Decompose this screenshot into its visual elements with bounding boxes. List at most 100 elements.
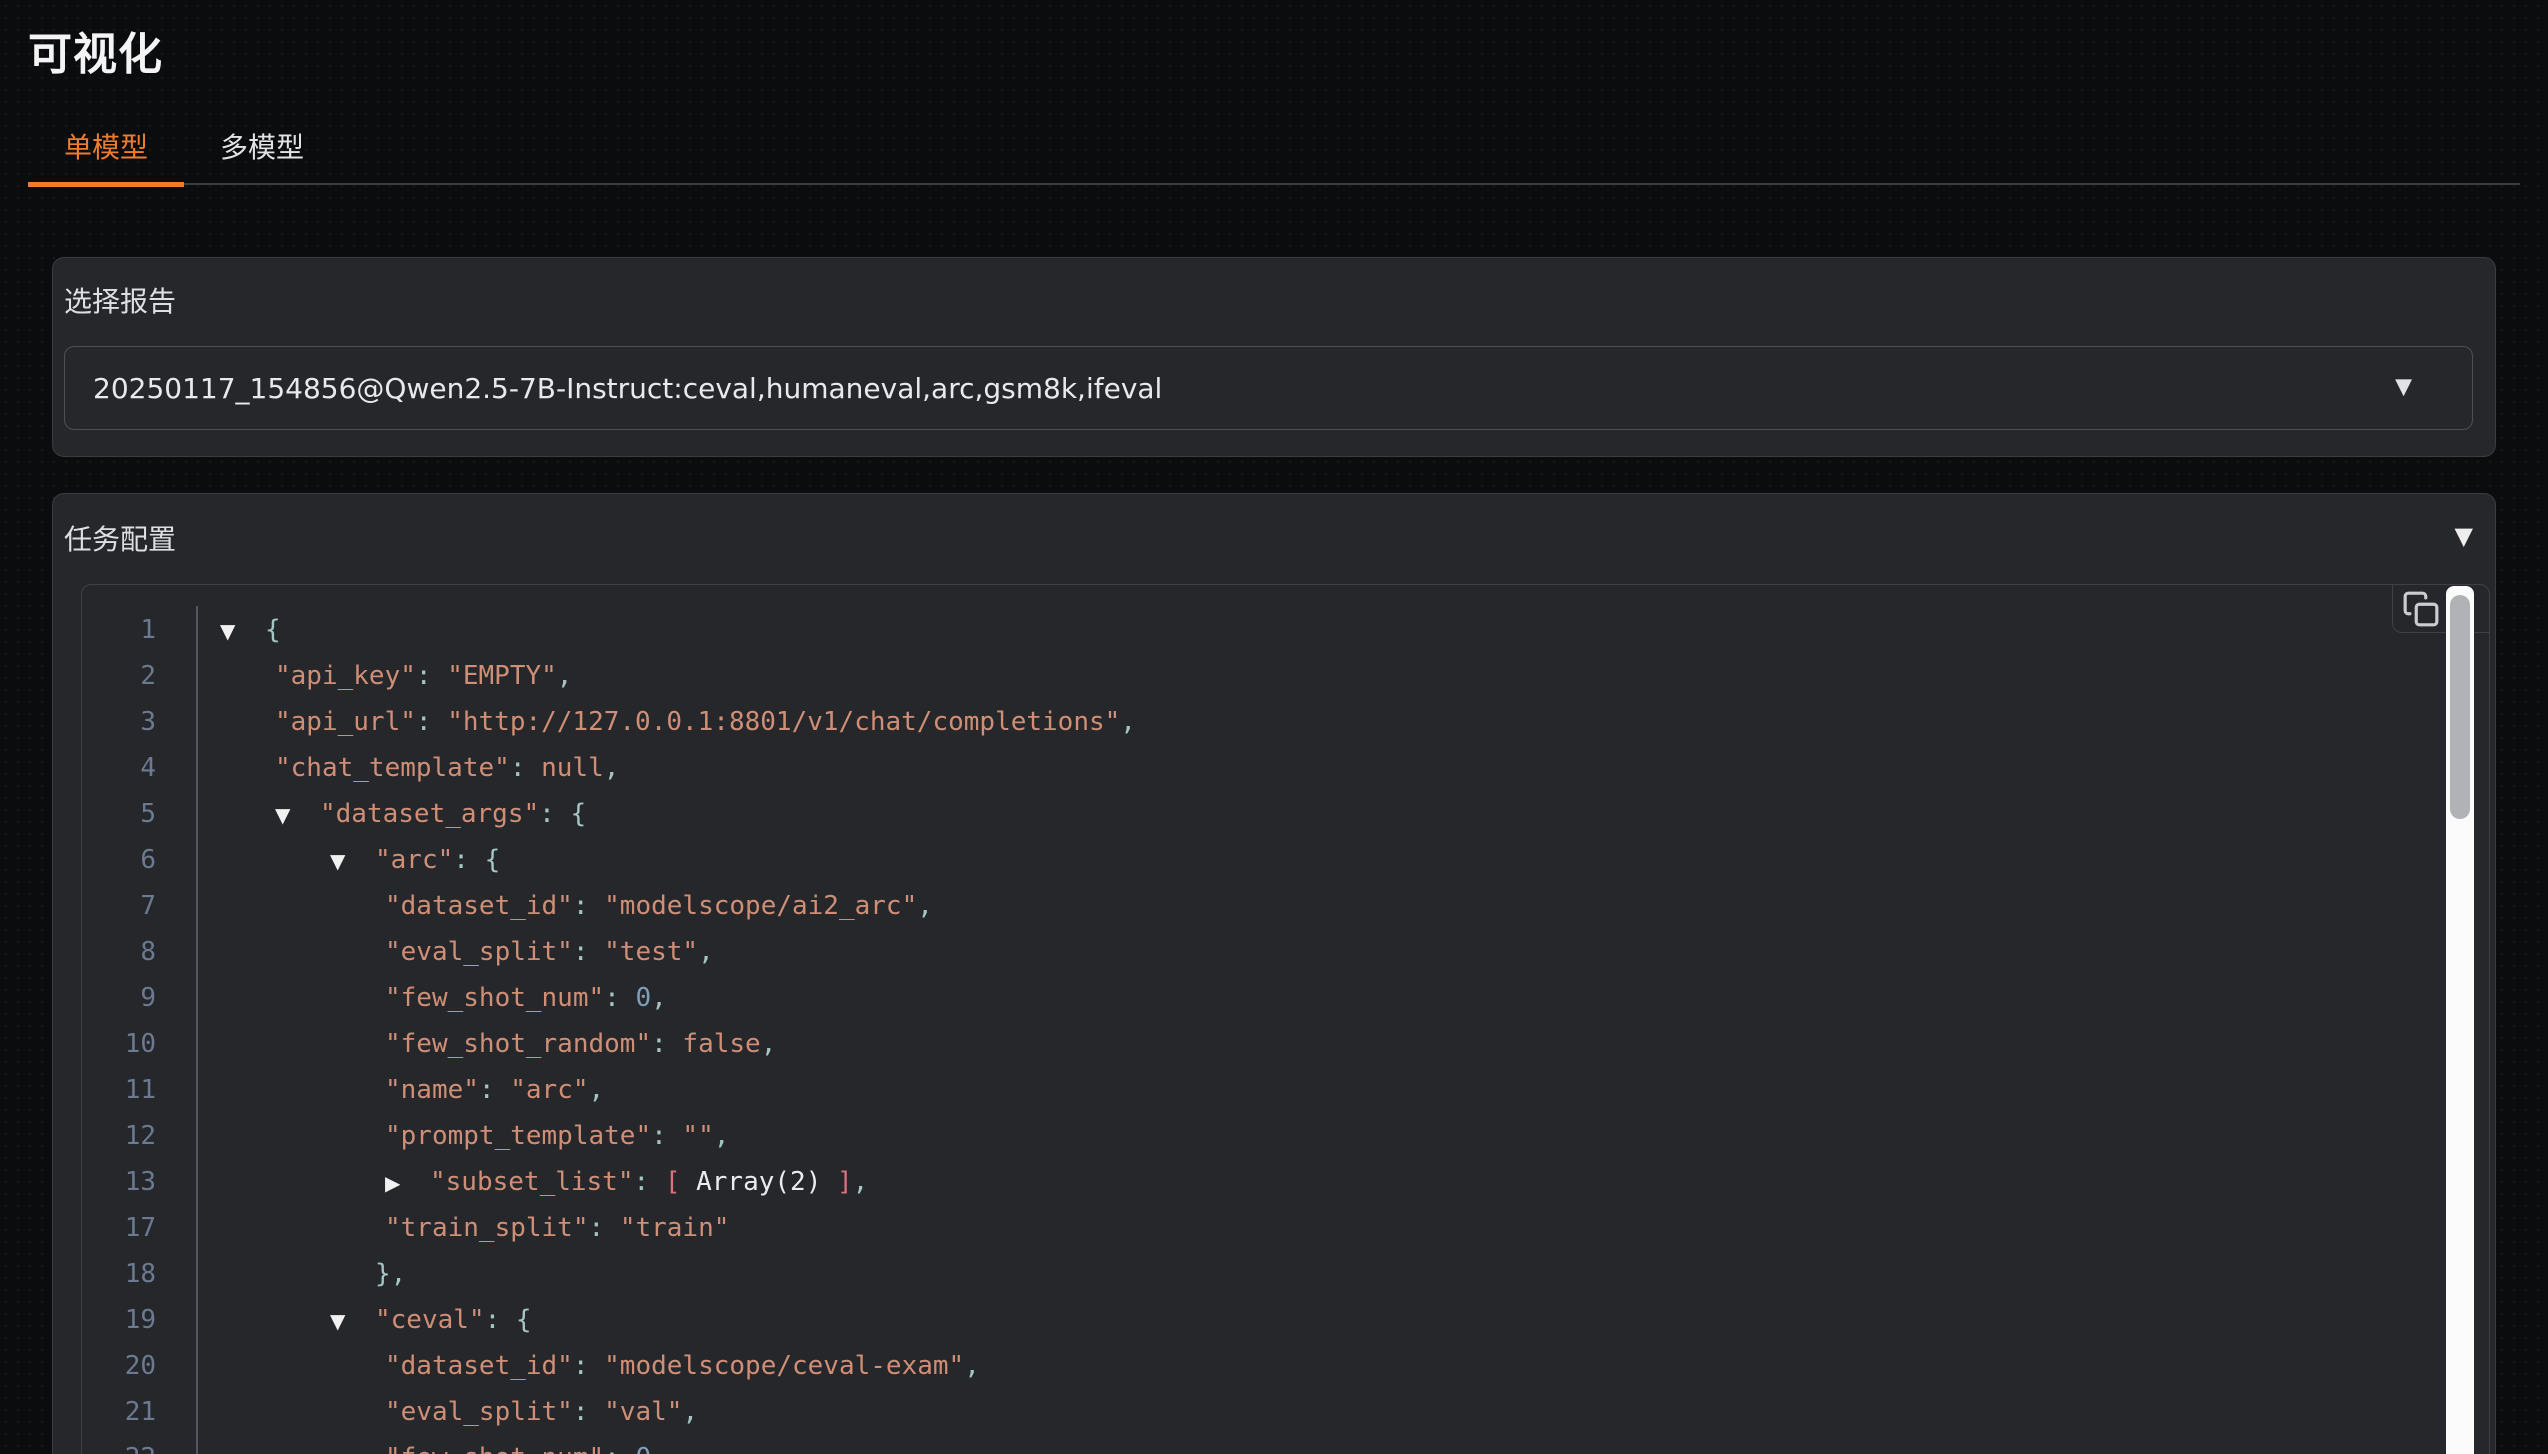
code-token: "subset_list" (430, 1167, 634, 1197)
code-line-content: "few_shot_num": 0, (196, 1435, 667, 1454)
line-number: 19 (82, 1297, 196, 1343)
code-line-content: ▼"dataset_args": { (196, 791, 586, 837)
collapse-arrow-icon[interactable]: ▼ (275, 792, 320, 838)
code-line-content: ▼"arc": { (196, 837, 500, 883)
code-token: : (416, 707, 447, 737)
code-line-content: ▶"subset_list": [ Array(2) ], (196, 1159, 868, 1205)
code-line: 1 ▼{ (82, 607, 2489, 653)
tab-bar: 单模型 多模型 (28, 112, 2520, 185)
code-line-content: "few_shot_num": 0, (196, 975, 667, 1021)
code-token: "modelscope/ceval-exam" (604, 1351, 964, 1381)
code-line: 13▶"subset_list": [ Array(2) ], (82, 1159, 2489, 1205)
code-line-content: "few_shot_random": false, (196, 1021, 776, 1067)
task-panel-label: 任务配置 (64, 518, 2495, 558)
code-token: , (651, 1443, 667, 1454)
code-token: , (714, 1121, 730, 1151)
code-token: , (651, 983, 667, 1013)
code-token: , (964, 1351, 980, 1381)
code-token: { (570, 799, 586, 829)
line-number: 3 (82, 699, 196, 745)
code-token: "dataset_args" (320, 799, 539, 829)
collapse-arrow-icon[interactable]: ▼ (330, 1298, 375, 1344)
code-line-content: "api_url": "http://127.0.0.1:8801/v1/cha… (196, 699, 1136, 745)
code-token: : (651, 1029, 682, 1059)
code-token: "train_split" (385, 1213, 589, 1243)
expand-arrow-icon[interactable]: ▶ (385, 1160, 430, 1206)
code-token: "eval_split" (385, 937, 573, 967)
code-token: [ (665, 1167, 696, 1197)
report-dropdown-value: 20250117_154856@Qwen2.5-7B-Instruct:ceva… (93, 372, 1162, 405)
code-token: , (589, 1075, 605, 1105)
code-token: "train" (620, 1213, 730, 1243)
code-line-content: "dataset_id": "modelscope/ai2_arc", (196, 883, 933, 929)
code-line: 2"api_key": "EMPTY", (82, 653, 2489, 699)
scrollbar-thumb[interactable] (2450, 595, 2470, 819)
code-token: "few_shot_num" (385, 1443, 604, 1454)
code-token: "eval_split" (385, 1397, 573, 1427)
code-token: : (634, 1167, 665, 1197)
code-token: "chat_template" (275, 753, 510, 783)
code-line: 10"few_shot_random": false, (82, 1021, 2489, 1067)
code-token: : (573, 937, 604, 967)
code-token: : (604, 1443, 635, 1454)
report-panel-label: 选择报告 (64, 280, 2473, 320)
code-token: { (485, 845, 501, 875)
code-token: { (516, 1305, 532, 1335)
code-token: { (265, 615, 281, 645)
main-content: 选择报告 20250117_154856@Qwen2.5-7B-Instruct… (0, 257, 2548, 1454)
code-line: 22"few_shot_num": 0, (82, 1435, 2489, 1454)
line-number: 6 (82, 837, 196, 883)
code-token: : (479, 1075, 510, 1105)
code-token: ] (821, 1167, 852, 1197)
code-line-content: ▼"ceval": { (196, 1297, 532, 1343)
code-token: : (604, 983, 635, 1013)
code-token: "dataset_id" (385, 1351, 573, 1381)
code-token: , (917, 891, 933, 921)
line-number: 4 (82, 745, 196, 791)
code-line: 6▼"arc": { (82, 837, 2489, 883)
code-line: 20"dataset_id": "modelscope/ceval-exam", (82, 1343, 2489, 1389)
tab-single-model[interactable]: 单模型 (28, 112, 184, 187)
collapse-arrow-icon[interactable]: ▼ (330, 838, 375, 884)
code-token: 0 (635, 983, 651, 1013)
task-config-panel: 任务配置 ▼ 1▼{2"api_key": "EMPTY",3"api_url"… (52, 493, 2496, 1454)
code-token: : (453, 845, 484, 875)
code-line: 4"chat_template": null, (82, 745, 2489, 791)
code-token: Array(2) (696, 1167, 821, 1197)
copy-button[interactable] (2401, 590, 2441, 630)
code-token: "test" (604, 937, 698, 967)
code-line-content: "train_split": "train" (196, 1205, 729, 1251)
code-token: "modelscope/ai2_arc" (604, 891, 917, 921)
code-token: "http://127.0.0.1:8801/v1/chat/completio… (447, 707, 1120, 737)
line-number: 11 (82, 1067, 196, 1113)
code-token: : (651, 1121, 682, 1151)
tab-multi-model[interactable]: 多模型 (184, 112, 340, 187)
code-token: : (416, 661, 447, 691)
code-line-content: "prompt_template": "", (196, 1113, 729, 1159)
code-line: 21"eval_split": "val", (82, 1389, 2489, 1435)
code-line: 7"dataset_id": "modelscope/ai2_arc", (82, 883, 2489, 929)
line-number: 5 (82, 791, 196, 837)
scrollbar-track[interactable] (2446, 586, 2474, 1454)
json-viewer: 1▼{2"api_key": "EMPTY",3"api_url": "http… (81, 584, 2490, 1454)
code-line: 5▼"dataset_args": { (82, 791, 2489, 837)
code-token: : (539, 799, 570, 829)
code-line: 12"prompt_template": "", (82, 1113, 2489, 1159)
code-token: "arc" (375, 845, 453, 875)
code-token: null (541, 753, 604, 783)
code-token: "api_key" (275, 661, 416, 691)
copy-button-container (2392, 585, 2489, 633)
code-token: "dataset_id" (385, 891, 573, 921)
line-number: 1 (82, 607, 196, 653)
report-dropdown[interactable]: 20250117_154856@Qwen2.5-7B-Instruct:ceva… (64, 346, 2473, 430)
code-token: "EMPTY" (447, 661, 557, 691)
line-number: 9 (82, 975, 196, 1021)
code-token: , (853, 1167, 869, 1197)
line-number: 13 (82, 1159, 196, 1205)
accordion-collapse-icon[interactable]: ▼ (2455, 522, 2473, 550)
code-line-content: "eval_split": "test", (196, 929, 714, 975)
collapse-arrow-icon[interactable]: ▼ (220, 608, 265, 654)
copy-icon (2402, 590, 2440, 628)
code-token: : (485, 1305, 516, 1335)
code-token: "few_shot_random" (385, 1029, 651, 1059)
